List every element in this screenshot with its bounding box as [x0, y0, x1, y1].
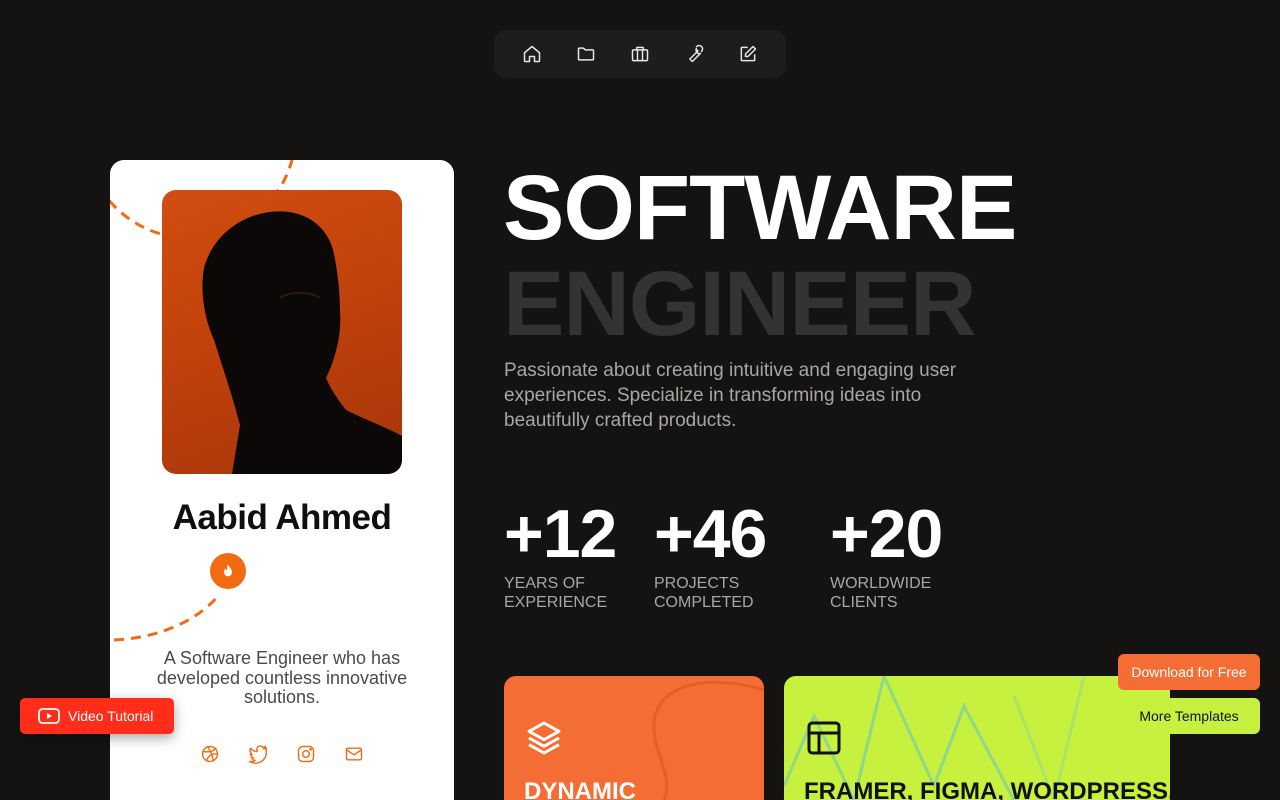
stat-projects: +46 PROJECTS COMPLETED	[654, 496, 767, 612]
layout-icon	[807, 721, 841, 755]
profile-name: Aabid Ahmed	[172, 498, 392, 537]
video-tutorial-button[interactable]: Video Tutorial	[20, 698, 174, 734]
folder-icon	[577, 47, 595, 61]
feature-title: FRAMER, FIGMA, WORDPRESS,	[804, 778, 1170, 800]
stat-years: +12 YEARS OF EXPERIENCE	[504, 496, 617, 612]
wrench-icon	[689, 44, 704, 63]
email-link[interactable]	[342, 742, 366, 766]
nav-tools-button[interactable]	[682, 42, 706, 66]
instagram-link[interactable]	[294, 742, 318, 766]
mail-icon	[345, 747, 363, 761]
stat-label-line2: COMPLETED	[654, 594, 754, 611]
youtube-icon	[38, 708, 60, 724]
briefcase-icon	[631, 46, 649, 62]
stat-clients: +20 WORLDWIDE CLIENTS	[830, 496, 943, 612]
twitter-link[interactable]	[246, 742, 270, 766]
layers-icon	[527, 721, 561, 755]
nav-contact-button[interactable]	[736, 42, 760, 66]
nav-projects-button[interactable]	[574, 42, 598, 66]
feature-card-dynamic[interactable]: DYNAMIC	[504, 676, 764, 800]
stat-label-line1: YEARS OF	[504, 575, 585, 592]
stat-label-line2: EXPERIENCE	[504, 594, 608, 611]
stat-label-line2: CLIENTS	[830, 594, 898, 611]
stat-value: +12	[504, 496, 617, 572]
stat-value: +20	[830, 496, 943, 572]
hero-description: Passionate about creating intuitive and …	[504, 360, 957, 431]
hero-title-line1: SOFTWARE	[503, 157, 1017, 259]
social-links	[198, 742, 366, 766]
stat-value: +46	[654, 496, 767, 572]
feature-title: DYNAMIC	[524, 778, 636, 800]
download-button[interactable]: Download for Free	[1118, 654, 1260, 690]
flame-icon	[224, 564, 232, 577]
video-tutorial-label: Video Tutorial	[68, 708, 154, 724]
top-nav	[494, 30, 786, 78]
flame-badge	[210, 553, 246, 589]
more-templates-button[interactable]: More Templates	[1118, 698, 1260, 734]
nav-home-button[interactable]	[520, 42, 544, 66]
stat-label-line1: PROJECTS	[654, 575, 740, 592]
profile-bio: A Software Engineer who has developed co…	[156, 648, 408, 707]
instagram-icon	[297, 745, 315, 763]
home-icon	[523, 45, 541, 63]
edit-icon	[740, 45, 757, 62]
twitter-icon	[248, 745, 268, 764]
dribbble-link[interactable]	[198, 742, 222, 766]
feature-card-tools[interactable]: FRAMER, FIGMA, WORDPRESS,	[784, 676, 1170, 800]
portrait-silhouette	[202, 211, 402, 474]
stat-label-line1: WORLDWIDE	[830, 575, 932, 592]
dribbble-icon	[201, 745, 219, 763]
nav-experience-button[interactable]	[628, 42, 652, 66]
profile-photo	[162, 190, 402, 474]
hero-title-line2: ENGINEER	[503, 253, 977, 355]
